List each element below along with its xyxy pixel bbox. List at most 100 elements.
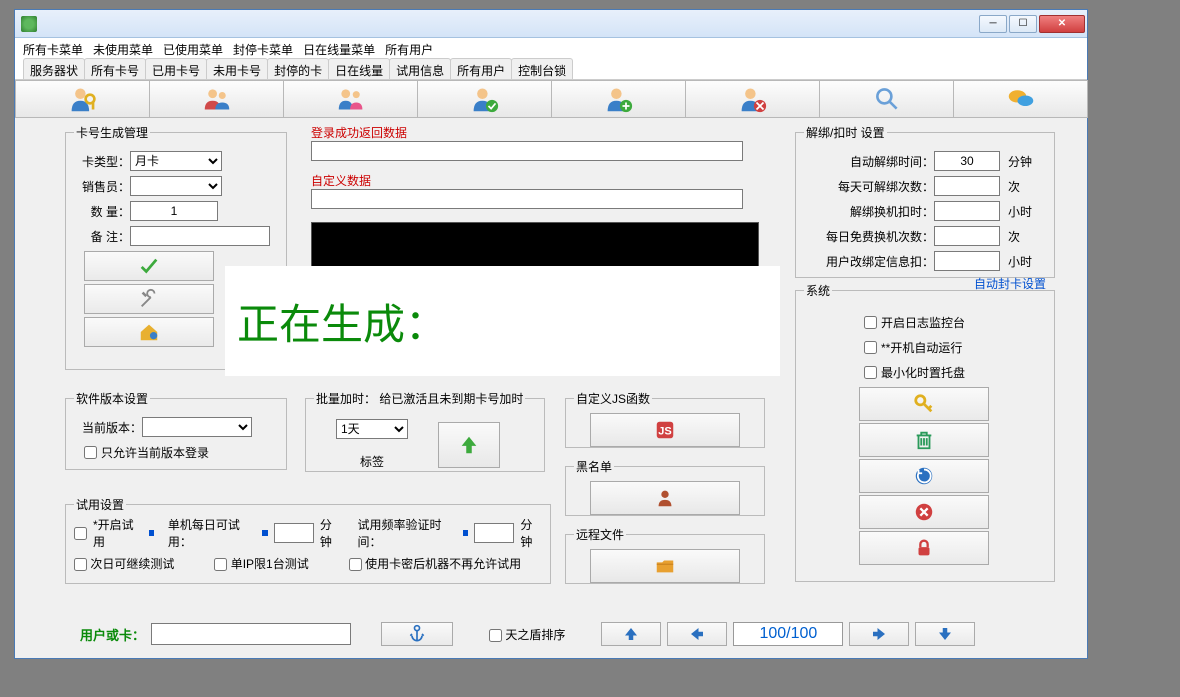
qty-input[interactable]: [130, 201, 218, 221]
lock-button[interactable]: [859, 531, 989, 565]
tab[interactable]: 未用卡号: [206, 58, 268, 79]
menu-item[interactable]: 未使用菜单: [93, 41, 153, 55]
tool-search[interactable]: [819, 80, 954, 118]
unbind-row-input[interactable]: [934, 201, 1000, 221]
home-users-button[interactable]: [84, 317, 214, 347]
menu-item[interactable]: 已使用菜单: [163, 41, 223, 55]
remotefile-button[interactable]: [590, 549, 740, 583]
key-button[interactable]: [859, 387, 989, 421]
blacklist-legend: 黑名单: [574, 458, 614, 475]
type-select[interactable]: 月卡: [130, 151, 222, 171]
tray-check[interactable]: [864, 366, 877, 379]
unbind-row-unit: 分钟: [1008, 153, 1032, 170]
tab[interactable]: 所有用户: [450, 58, 512, 79]
tool-user-check[interactable]: [417, 80, 552, 118]
tab[interactable]: 控制台锁: [511, 58, 573, 79]
remotefile-legend: 远程文件: [574, 526, 626, 543]
tool-chat[interactable]: [953, 80, 1088, 118]
toolbar: [15, 80, 1087, 118]
minimize-button[interactable]: ─: [979, 15, 1007, 33]
marker-icon: [149, 530, 154, 536]
unbind-row-input[interactable]: [934, 151, 1000, 171]
nomore-check[interactable]: [349, 558, 362, 571]
menu-item[interactable]: 所有用户: [385, 41, 433, 55]
maximize-button[interactable]: ☐: [1009, 15, 1037, 33]
js-button[interactable]: JS: [590, 413, 740, 447]
svg-text:JS: JS: [658, 426, 671, 438]
batch-up-button[interactable]: [438, 422, 500, 468]
enable-trial-check[interactable]: [74, 527, 87, 540]
tab[interactable]: 日在线量: [328, 58, 390, 79]
unbind-row-unit: 次: [1008, 178, 1020, 195]
trial-legend: 试用设置: [74, 496, 126, 513]
tool-user-remove[interactable]: [685, 80, 820, 118]
only-current-check[interactable]: [84, 446, 97, 459]
freq-input[interactable]: [474, 523, 514, 543]
marker-icon: [463, 530, 468, 536]
user-or-card-input[interactable]: [151, 623, 351, 645]
menubar: 所有卡菜单 未使用菜单 已使用菜单 封停卡菜单 日在线量菜单 所有用户: [15, 38, 1087, 58]
batch-legend: 批量加时： 给已激活且未到期卡号加时: [314, 390, 525, 407]
unbind-row-unit: 小时: [1008, 203, 1032, 220]
blacklist-button[interactable]: [590, 481, 740, 515]
tab[interactable]: 封停的卡: [267, 58, 329, 79]
stop-button[interactable]: [859, 495, 989, 529]
enable-trial-label: *开启试用: [93, 516, 141, 550]
type-label: 卡类型：: [74, 153, 130, 170]
nomore-label: 使用卡密后机器不再允许试用: [365, 557, 521, 571]
menu-item[interactable]: 日在线量菜单: [303, 41, 375, 55]
per-machine-input[interactable]: [274, 523, 314, 543]
days-select[interactable]: 1天: [336, 419, 408, 439]
freq-label: 试用频率验证时间：: [358, 516, 455, 550]
tag-label: 标签: [336, 453, 408, 470]
version-group: 软件版本设置 当前版本： 只允许当前版本登录: [65, 390, 287, 470]
marker-icon: [262, 530, 267, 536]
nav-right-button[interactable]: [849, 622, 909, 646]
seller-select[interactable]: [130, 176, 222, 196]
trial-group: 试用设置 *开启试用 单机每日可试用： 分钟 试用频率验证时间： 分钟 次日可继…: [65, 496, 551, 584]
tab[interactable]: 服务器状: [23, 58, 85, 79]
nav-left-button[interactable]: [667, 622, 727, 646]
confirm-button[interactable]: [84, 251, 214, 281]
tool-user-add[interactable]: [551, 80, 686, 118]
singleip-label: 单IP限1台测试: [231, 557, 309, 571]
singleip-check[interactable]: [214, 558, 227, 571]
close-button[interactable]: ✕: [1039, 15, 1085, 33]
nextday-label: 次日可继续测试: [90, 557, 174, 571]
nextday-check[interactable]: [74, 558, 87, 571]
refresh-button[interactable]: [859, 459, 989, 493]
unbind-row-label: 用户改绑定信息扣：: [804, 253, 934, 270]
nav-down-button[interactable]: [915, 622, 975, 646]
delete-button[interactable]: [859, 423, 989, 457]
log-console-check[interactable]: [864, 316, 877, 329]
unbind-row-input[interactable]: [934, 251, 1000, 271]
system-legend: 系统: [804, 282, 832, 299]
page-indicator: 100/100: [733, 622, 843, 646]
tools-button[interactable]: [84, 284, 214, 314]
remark-input[interactable]: [130, 226, 270, 246]
unbind-row-input[interactable]: [934, 176, 1000, 196]
anchor-button[interactable]: [381, 622, 453, 646]
remark-label: 备 注：: [74, 228, 130, 245]
login-data-input[interactable]: [311, 141, 743, 161]
menu-item[interactable]: 封停卡菜单: [233, 41, 293, 55]
tab[interactable]: 所有卡号: [84, 58, 146, 79]
only-current-label: 只允许当前版本登录: [101, 444, 209, 461]
menu-item[interactable]: 所有卡菜单: [23, 41, 83, 55]
tool-users-group[interactable]: [283, 80, 418, 118]
autorun-check[interactable]: [864, 341, 877, 354]
version-legend: 软件版本设置: [74, 390, 150, 407]
batch-group: 批量加时： 给已激活且未到期卡号加时 1天 标签: [305, 390, 545, 472]
app-icon: [21, 16, 37, 32]
custom-data-input[interactable]: [311, 189, 743, 209]
tianzhidun-check[interactable]: [489, 629, 502, 642]
footer-bar: 用户或卡： 天之盾排序 100/100: [80, 620, 1072, 648]
tab[interactable]: 试用信息: [389, 58, 451, 79]
tool-users-pair[interactable]: [149, 80, 284, 118]
nav-up-button[interactable]: [601, 622, 661, 646]
tab[interactable]: 已用卡号: [145, 58, 207, 79]
tool-user-key[interactable]: [15, 80, 150, 118]
seller-label: 销售员：: [74, 178, 130, 195]
unbind-row-input[interactable]: [934, 226, 1000, 246]
cur-version-select[interactable]: [142, 417, 252, 437]
